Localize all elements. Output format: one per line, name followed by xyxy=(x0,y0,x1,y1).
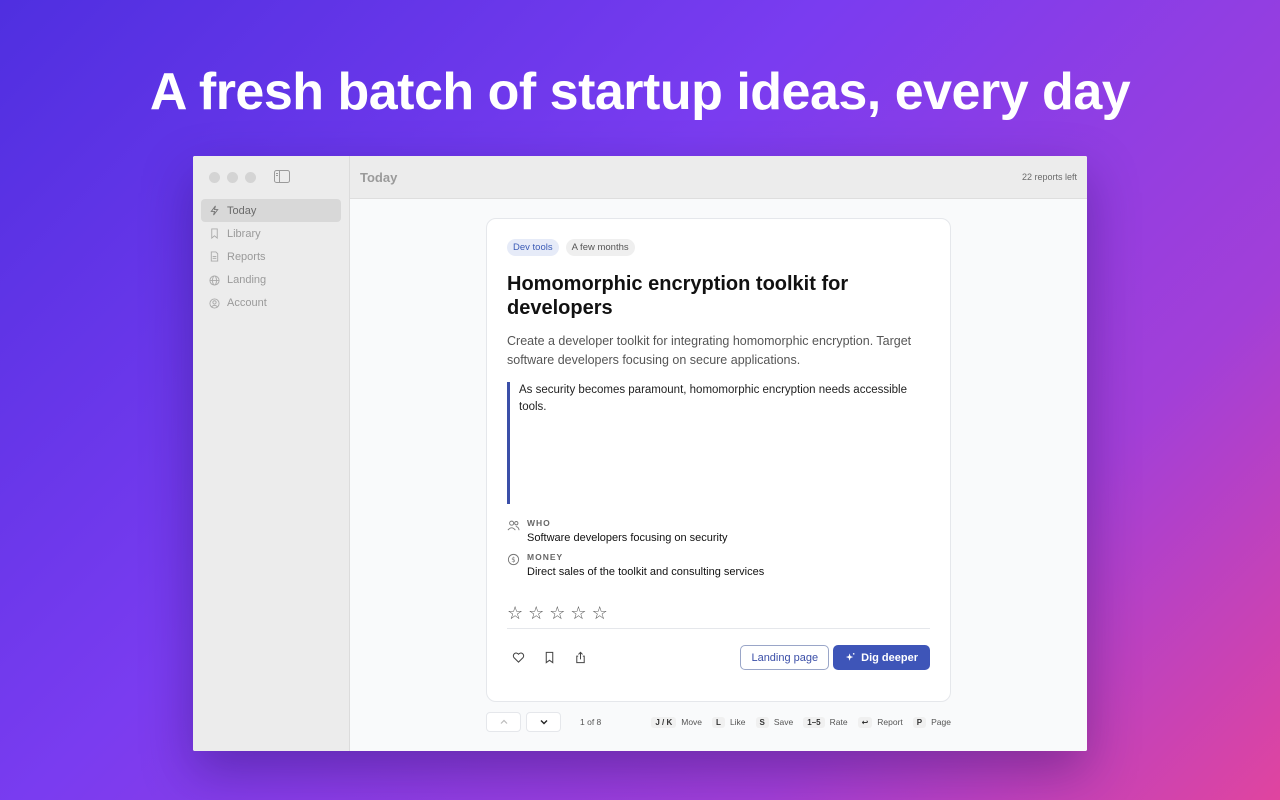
main-content: Today 22 reports left Dev tools A few mo… xyxy=(350,156,1087,751)
shortcut-page: P Page xyxy=(912,716,951,728)
like-button[interactable] xyxy=(507,647,529,669)
document-icon xyxy=(210,251,219,262)
sidebar-item-label: Reports xyxy=(227,250,266,263)
sidebar-item-library[interactable]: Library xyxy=(201,222,341,245)
bolt-icon xyxy=(210,205,219,216)
money-section: $ MONEY Direct sales of the toolkit and … xyxy=(507,552,930,578)
idea-card: Dev tools A few months Homomorphic encry… xyxy=(486,218,951,702)
shortcut-key: ↩ xyxy=(857,716,873,728)
landing-page-button[interactable]: Landing page xyxy=(740,645,830,670)
shortcut-key: L xyxy=(712,716,725,728)
who-label: WHO xyxy=(527,518,551,528)
users-icon xyxy=(507,520,520,531)
shortcut-label: Rate xyxy=(829,717,848,727)
pager: 1 of 8 J / K Move L Like S Save 1–5 Rate ↩ Re… xyxy=(486,712,951,732)
chevron-up-icon xyxy=(500,719,507,724)
shortcut-move: J / K Move xyxy=(651,716,703,728)
app-window: Today Library Reports Landing Account To… xyxy=(193,156,1087,751)
svg-text:$: $ xyxy=(511,556,515,564)
page-counter: 1 of 8 xyxy=(580,717,602,727)
minimize-window-button[interactable] xyxy=(227,172,238,183)
sidebar-item-label: Today xyxy=(227,204,257,217)
sidebar-item-label: Library xyxy=(227,227,261,240)
close-window-button[interactable] xyxy=(209,172,220,183)
shortcut-label: Page xyxy=(931,717,951,727)
shortcut-report: ↩ Report xyxy=(857,716,903,728)
heart-icon xyxy=(512,652,524,663)
sidebar-item-reports[interactable]: Reports xyxy=(201,245,341,268)
reports-left-counter: 22 reports left xyxy=(1021,172,1077,182)
shortcut-key: J / K xyxy=(651,716,677,728)
star-5-icon[interactable]: ☆ xyxy=(592,604,608,622)
idea-title: Homomorphic encryption toolkit for devel… xyxy=(507,273,849,319)
page-title: Today xyxy=(360,169,398,185)
star-1-icon[interactable]: ☆ xyxy=(507,604,523,622)
previous-button[interactable] xyxy=(486,712,521,732)
dig-deeper-label: Dig deeper xyxy=(861,651,918,664)
shortcut-key: S xyxy=(755,716,769,728)
tag-list: Dev tools A few months xyxy=(507,239,930,256)
window-controls xyxy=(209,172,256,183)
save-button[interactable] xyxy=(538,647,560,669)
shortcut-label: Like xyxy=(729,717,746,727)
who-section: WHO Software developers focusing on secu… xyxy=(507,518,930,544)
sidebar-item-label: Landing xyxy=(227,274,267,287)
money-label: MONEY xyxy=(527,552,564,562)
zoom-window-button[interactable] xyxy=(245,172,256,183)
shortcut-label: Save xyxy=(773,717,794,727)
sidebar-nav: Today Library Reports Landing Account xyxy=(201,199,341,315)
star-2-icon[interactable]: ☆ xyxy=(528,604,544,622)
user-circle-icon xyxy=(209,298,220,309)
bookmark-icon xyxy=(545,651,553,664)
shortcut-rate: 1–5 Rate xyxy=(803,716,848,728)
star-3-icon[interactable]: ☆ xyxy=(549,604,565,622)
shortcut-like: L Like xyxy=(712,716,746,728)
keyboard-shortcuts: J / K Move L Like S Save 1–5 Rate ↩ Report PP… xyxy=(651,716,951,728)
rating-stars: ☆ ☆ ☆ ☆ ☆ xyxy=(507,604,930,629)
timeframe-tag: A few months xyxy=(565,239,635,256)
share-button[interactable] xyxy=(569,647,591,669)
category-tag: Dev tools xyxy=(507,239,559,256)
who-value: Software developers focusing on security xyxy=(527,532,728,544)
sidebar-toggle-icon[interactable] xyxy=(274,170,290,183)
sidebar: Today Library Reports Landing Account xyxy=(193,156,350,751)
shortcut-key: 1–5 xyxy=(803,716,825,728)
chevron-down-icon xyxy=(540,720,547,725)
sidebar-item-landing[interactable]: Landing xyxy=(201,269,341,292)
sidebar-item-today[interactable]: Today xyxy=(201,199,341,222)
headline: A fresh batch of startup ideas, every da… xyxy=(149,63,1131,121)
shortcut-label: Report xyxy=(877,717,903,727)
star-4-icon[interactable]: ☆ xyxy=(570,604,586,622)
card-actions: Landing page Dig deeper xyxy=(507,645,930,670)
sidebar-item-account[interactable]: Account xyxy=(201,292,341,315)
money-value: Direct sales of the toolkit and consulti… xyxy=(527,566,765,578)
shortcut-key: P xyxy=(912,716,927,728)
dollar-circle-icon: $ xyxy=(507,553,520,566)
bookmark-icon xyxy=(211,228,218,240)
dig-deeper-button[interactable]: Dig deeper xyxy=(833,645,930,670)
shortcut-label: Move xyxy=(681,717,703,727)
share-icon xyxy=(575,651,585,664)
sparkle-icon xyxy=(846,653,855,661)
toolbar: Today 22 reports left xyxy=(350,156,1087,199)
idea-quote: As security becomes paramount, homomorph… xyxy=(507,382,930,504)
shortcut-save: S Save xyxy=(755,716,794,728)
idea-description: Create a developer toolkit for integrati… xyxy=(507,334,912,367)
sidebar-item-label: Account xyxy=(227,297,267,310)
next-button[interactable] xyxy=(526,712,561,732)
globe-icon xyxy=(209,275,220,286)
